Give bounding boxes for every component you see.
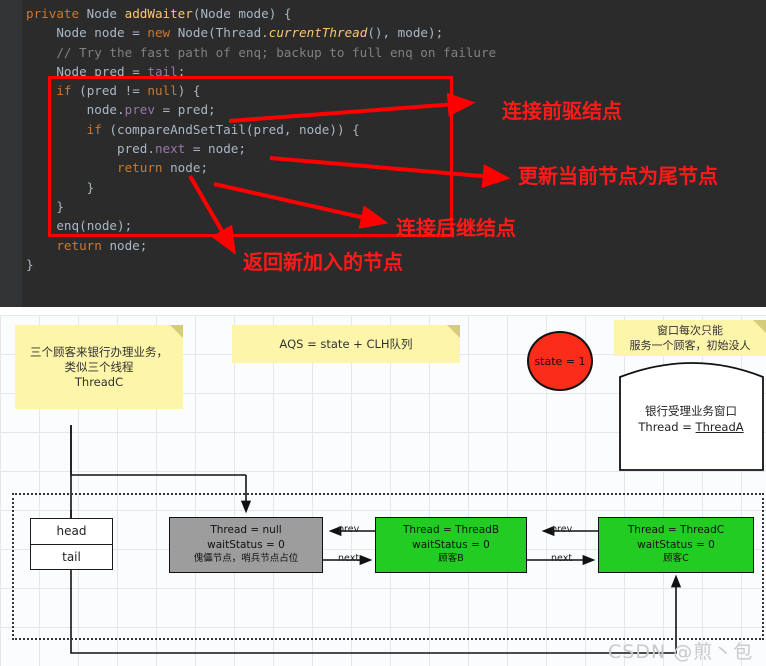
head-pointer-label: head <box>31 519 112 545</box>
edge-label-prev-b-to-dummy: prev <box>338 524 360 535</box>
node-b-line-2: waitStatus = 0 <box>412 538 490 551</box>
annotation-update-tail: 更新当前节点为尾节点 <box>518 164 718 188</box>
note-fold-icon <box>170 325 183 338</box>
note-window-line-2: 服务一个顾客，初始没人 <box>629 339 751 352</box>
bank-service-window: 银行受理业务窗口 Thread = ThreadA <box>618 357 764 470</box>
bank-window-thread-value: ThreadA <box>695 420 744 434</box>
annotation-connect-pred: 连接前驱结点 <box>502 99 622 123</box>
state-circle-label: state = 1 <box>534 354 586 368</box>
bank-window-line-1: 银行受理业务窗口 <box>645 404 737 418</box>
annotation-return-new-node: 返回新加入的节点 <box>243 250 403 274</box>
head-tail-pointer-box: head tail <box>30 518 113 570</box>
annotation-connect-succ: 连接后继结点 <box>396 216 516 240</box>
bank-window-thread-prefix: Thread = <box>638 420 696 434</box>
note-fold-icon <box>447 325 460 338</box>
node-dummy-line-3: 傀儡节点，哨兵节点占位 <box>193 553 299 565</box>
note-window-line-1: 窗口每次只能 <box>657 324 723 337</box>
node-dummy-line-1: Thread = null <box>210 524 282 537</box>
note-customers-line-1: 三个顾客来银行办理业务， <box>30 344 168 359</box>
note-customers-line-2: 类似三个线程 <box>64 359 134 374</box>
node-dummy-line-2: waitStatus = 0 <box>207 538 285 551</box>
node-b-line-3: 顾客B <box>438 553 464 565</box>
code-viewer: private Node addWaiter(Node mode) { Node… <box>0 0 766 307</box>
code-gutter <box>0 0 22 307</box>
tail-pointer-label: tail <box>62 550 81 564</box>
sticky-note-window: 窗口每次只能 服务一个顾客，初始没人 <box>614 320 766 356</box>
sticky-note-customers: 三个顾客来银行办理业务， 类似三个线程 ThreadC <box>15 325 183 409</box>
node-thread-c: Thread = ThreadC waitStatus = 0 顾客C <box>598 517 754 573</box>
edge-label-next-b-to-c: next <box>551 553 573 564</box>
note-fold-icon <box>753 320 766 333</box>
node-b-line-1: Thread = ThreadB <box>402 524 500 537</box>
diagram-canvas: 三个顾客来银行办理业务， 类似三个线程 ThreadC AQS = state … <box>0 315 766 666</box>
edge-label-prev-c-to-b: prev <box>551 524 573 535</box>
node-c-line-1: Thread = ThreadC <box>627 524 725 537</box>
edge-label-next-dummy-to-b: next <box>338 553 360 564</box>
state-circle: state = 1 <box>527 331 593 391</box>
watermark: CSDN @煎丶包 <box>608 641 754 663</box>
node-c-line-2: waitStatus = 0 <box>637 538 715 551</box>
sticky-note-aqs: AQS = state + CLH队列 <box>232 325 460 363</box>
node-c-line-3: 顾客C <box>663 553 689 565</box>
node-dummy: Thread = null waitStatus = 0 傀儡节点，哨兵节点占位 <box>169 517 323 573</box>
node-thread-b: Thread = ThreadB waitStatus = 0 顾客B <box>375 517 527 573</box>
note-customers-line-3: ThreadC <box>74 374 124 389</box>
note-aqs-text: AQS = state + CLH队列 <box>279 336 413 351</box>
